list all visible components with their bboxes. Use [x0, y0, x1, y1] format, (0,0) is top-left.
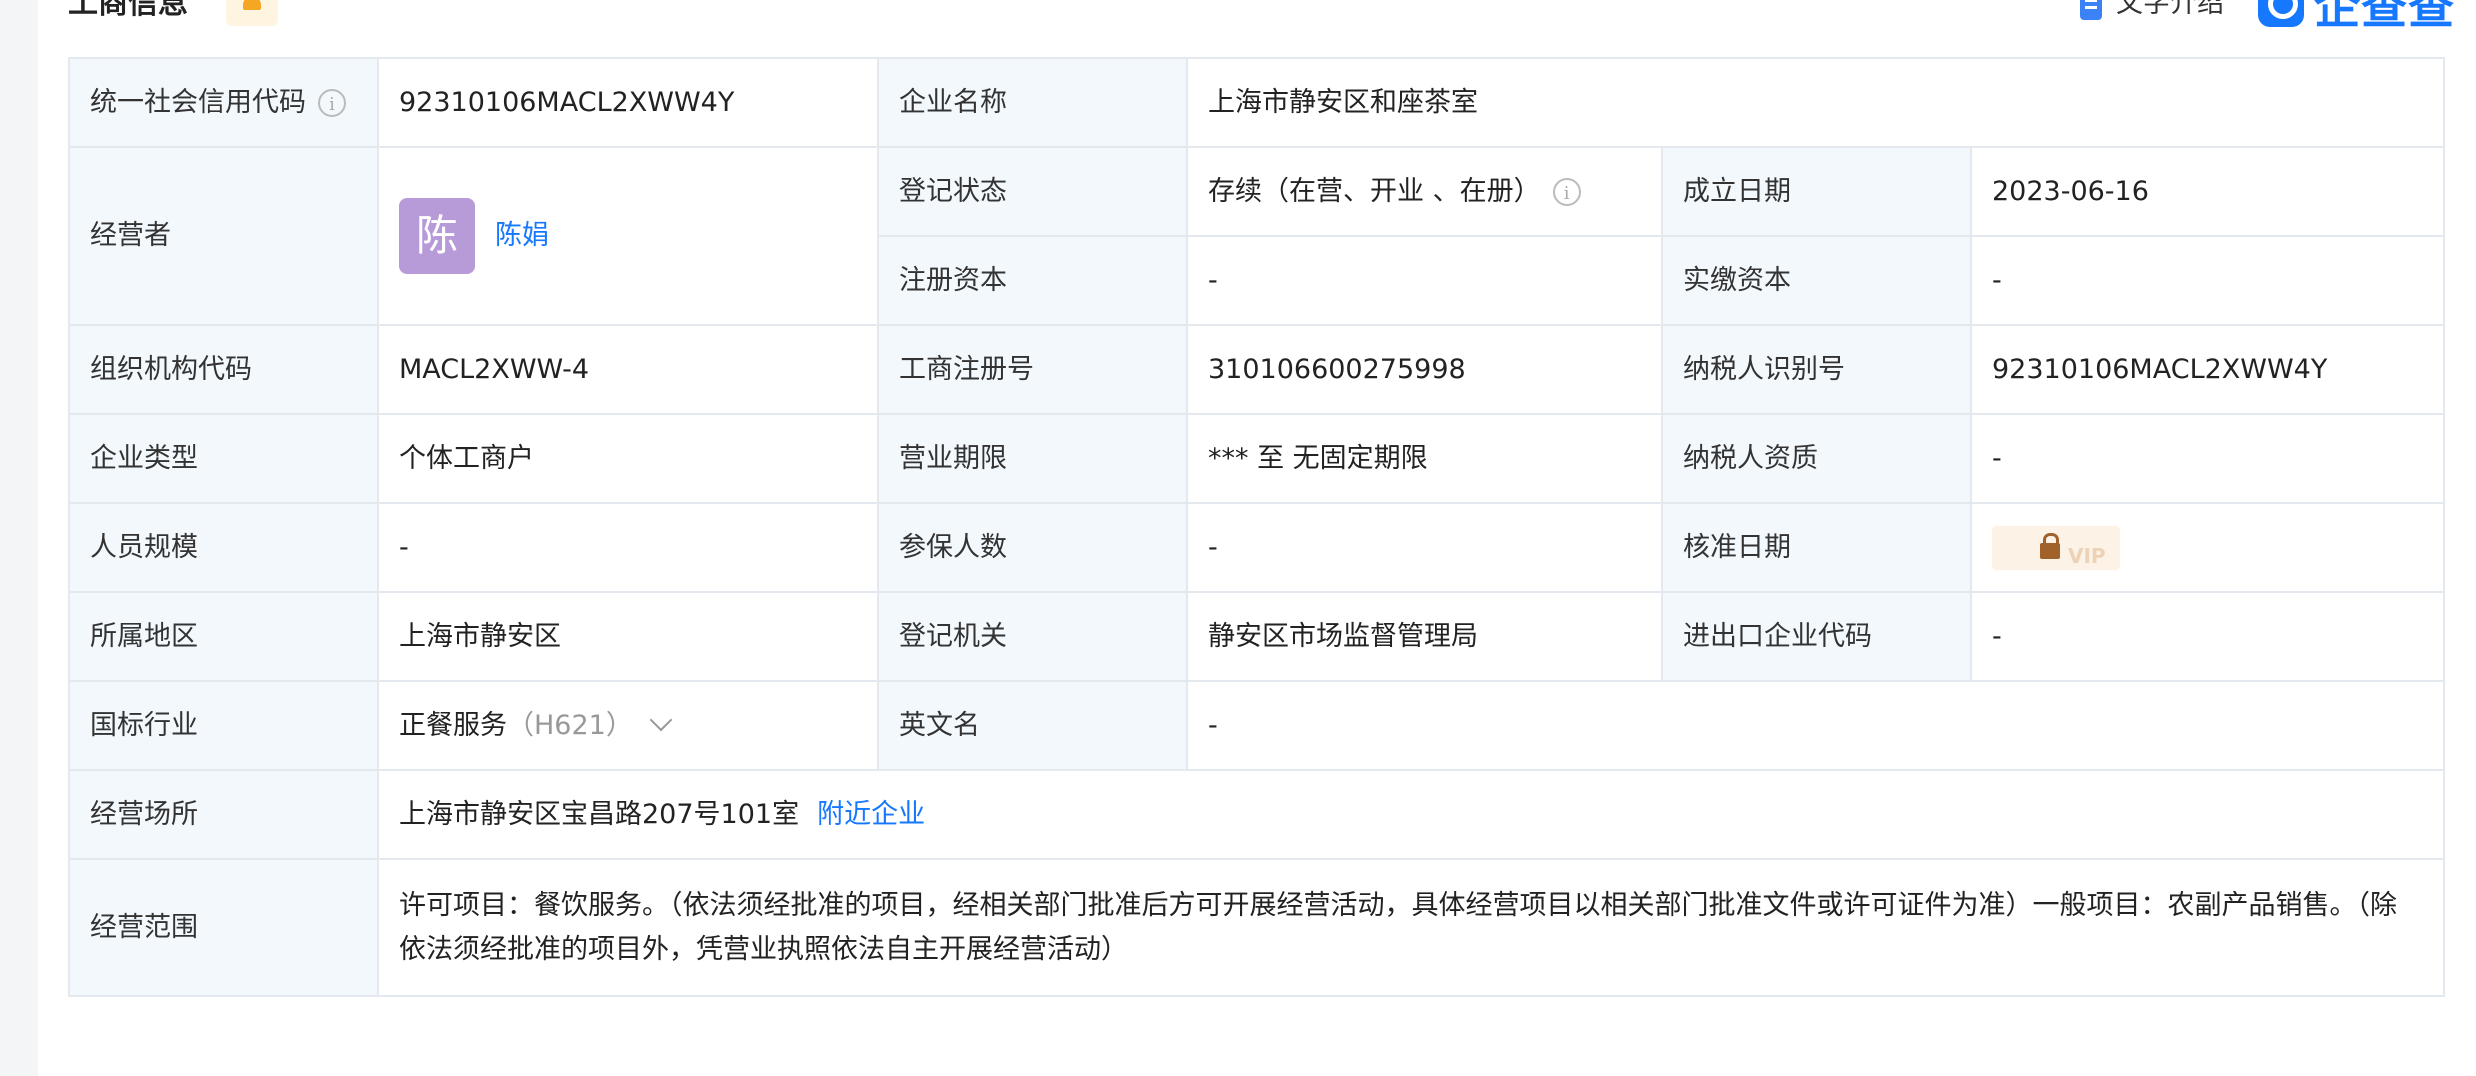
- approval-date-cell: VIP: [1970, 502, 2445, 593]
- reg-status-value: 存续（在营、开业 、在册）: [1208, 175, 1541, 207]
- table-row: 国标行业 正餐服务（H621） 英文名 -: [68, 680, 2445, 771]
- region-value: 上海市静安区: [377, 591, 879, 682]
- table-row: 所属地区 上海市静安区 登记机关 静安区市场监督管理局 进出口企业代码 -: [68, 591, 2445, 682]
- industry-label: 国标行业: [68, 680, 379, 771]
- industry-code: （H621）: [507, 709, 633, 741]
- taxpayer-qualification-label: 纳税人资质: [1661, 413, 1972, 504]
- org-code-value: MACL2XWW-4: [377, 324, 879, 415]
- table-row: 统一社会信用代码 i 92310106MACL2XWW4Y 企业名称 上海市静安区…: [68, 57, 2445, 148]
- insured-count-value: -: [1186, 502, 1663, 593]
- business-term-value: *** 至 无固定期限: [1186, 413, 1663, 504]
- approval-date-label: 核准日期: [1661, 502, 1972, 593]
- vip-badge-text: VIP: [2068, 543, 2106, 568]
- industry-cell[interactable]: 正餐服务（H621）: [377, 680, 879, 771]
- taxpayer-id-label: 纳税人识别号: [1661, 324, 1972, 415]
- industry-name: 正餐服务: [399, 709, 507, 741]
- insured-count-label: 参保人数: [877, 502, 1188, 593]
- table-row: 经营场所 上海市静安区宝昌路207号101室 附近企业: [68, 769, 2445, 860]
- vip-lock-badge[interactable]: VIP: [1992, 525, 2120, 570]
- company-name-label: 企业名称: [877, 57, 1188, 148]
- import-export-code-value: -: [1970, 591, 2445, 682]
- business-info-table: 统一社会信用代码 i 92310106MACL2XWW4Y 企业名称 上海市静安区…: [68, 57, 2445, 997]
- brand-mark-icon: [2258, 0, 2304, 27]
- chevron-down-icon[interactable]: [649, 708, 673, 731]
- paid-capital-label: 实缴资本: [1661, 235, 1972, 326]
- company-type-label: 企业类型: [68, 413, 379, 504]
- info-icon[interactable]: i: [318, 89, 346, 117]
- reg-authority-label: 登记机关: [877, 591, 1188, 682]
- business-address-value: 上海市静安区宝昌路207号101室: [399, 798, 800, 830]
- established-date-label: 成立日期: [1661, 146, 1972, 237]
- business-address-label: 经营场所: [68, 769, 379, 860]
- region-label: 所属地区: [68, 591, 379, 682]
- monitor-badge[interactable]: [226, 0, 278, 26]
- operator-label: 经营者: [68, 146, 379, 326]
- operator-cell: 陈陈娟: [377, 146, 879, 326]
- business-scope-label: 经营范围: [68, 858, 379, 997]
- credit-code-label: 统一社会信用代码 i: [68, 57, 379, 148]
- bell-icon: [243, 0, 261, 10]
- business-term-label: 营业期限: [877, 413, 1188, 504]
- registered-capital-value: -: [1186, 235, 1663, 326]
- table-row: 组织机构代码 MACL2XWW-4 工商注册号 310106600275998 …: [68, 324, 2445, 415]
- import-export-code-label: 进出口企业代码: [1661, 591, 1972, 682]
- staff-size-label: 人员规模: [68, 502, 379, 593]
- reg-status-label: 登记状态: [877, 146, 1188, 237]
- english-name-label: 英文名: [877, 680, 1188, 771]
- business-address-cell: 上海市静安区宝昌路207号101室 附近企业: [377, 769, 2445, 860]
- credit-code-value: 92310106MACL2XWW4Y: [377, 57, 879, 148]
- document-icon[interactable]: [2080, 0, 2102, 20]
- table-row: 经营范围 许可项目：餐饮服务。（依法须经批准的项目，经相关部门批准后方可开展经营…: [68, 858, 2445, 997]
- info-icon[interactable]: i: [1552, 178, 1581, 206]
- section-title: 工商信息: [68, 0, 188, 21]
- company-name-value: 上海市静安区和座茶室: [1186, 57, 2445, 148]
- nearby-companies-link[interactable]: 附近企业: [817, 799, 925, 830]
- table-row: 经营者 陈陈娟 登记状态 存续（在营、开业 、在册） i 成立日期 2023-06…: [68, 146, 2445, 326]
- taxpayer-qualification-value: -: [1970, 413, 2445, 504]
- registered-capital-label: 注册资本: [877, 235, 1188, 326]
- company-type-value: 个体工商户: [377, 413, 879, 504]
- business-scope-value: 许可项目：餐饮服务。（依法须经批准的项目，经相关部门批准后方可开展经营活动，具体…: [377, 858, 2445, 997]
- established-date-value: 2023-06-16: [1970, 146, 2445, 237]
- english-name-value: -: [1186, 680, 2445, 771]
- brand-logo: 企查查: [2258, 0, 2455, 34]
- text-intro-link[interactable]: 文字介绍: [2116, 0, 2224, 22]
- operator-name-link[interactable]: 陈娟: [495, 220, 549, 251]
- lock-icon: [2040, 532, 2060, 559]
- table-row: 人员规模 - 参保人数 - 核准日期 VIP: [68, 502, 2445, 593]
- table-row: 企业类型 个体工商户 营业期限 *** 至 无固定期限 纳税人资质 -: [68, 413, 2445, 504]
- staff-size-value: -: [377, 502, 879, 593]
- brand-name: 企查查: [2314, 0, 2455, 34]
- paid-capital-value: -: [1970, 235, 2445, 326]
- reg-authority-value: 静安区市场监督管理局: [1186, 591, 1663, 682]
- business-reg-no-label: 工商注册号: [877, 324, 1188, 415]
- org-code-label: 组织机构代码: [68, 324, 379, 415]
- avatar[interactable]: 陈: [399, 198, 475, 274]
- taxpayer-id-value: 92310106MACL2XWW4Y: [1970, 324, 2445, 415]
- business-reg-no-value: 310106600275998: [1186, 324, 1663, 415]
- reg-status-cell: 存续（在营、开业 、在册） i: [1186, 146, 1663, 237]
